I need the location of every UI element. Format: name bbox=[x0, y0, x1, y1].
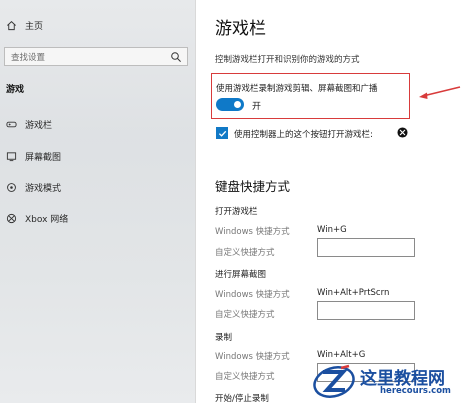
controller-checkbox-label: 使用控制器上的这个按钮打开游戏栏: bbox=[234, 130, 373, 140]
watermark-logo-icon bbox=[313, 364, 355, 398]
sidebar-section-title: 游戏 bbox=[6, 85, 25, 95]
sidebar: 主页 查找设置 游戏 游戏栏 屏幕截图 游戏模式 Xbox 网络 bbox=[0, 0, 196, 403]
custom-shortcut-label: 自定义快捷方式 bbox=[215, 310, 275, 320]
custom-shortcut-label: 自定义快捷方式 bbox=[215, 372, 275, 382]
sidebar-item-gamebar[interactable]: 游戏栏 bbox=[6, 118, 52, 131]
windows-shortcut-value: Win+G bbox=[317, 225, 347, 235]
custom-shortcut-input[interactable] bbox=[317, 301, 415, 320]
custom-shortcut-label: 自定义快捷方式 bbox=[215, 248, 275, 258]
main-content: 游戏栏 控制游戏栏打开和识别你的游戏的方式 使用游戏栏录制游戏剪辑、屏幕截图和广… bbox=[196, 0, 461, 403]
search-input[interactable]: 查找设置 bbox=[4, 47, 188, 66]
shortcut-group-title: 进行屏幕截图 bbox=[215, 270, 267, 280]
shortcut-group-title: 录制 bbox=[215, 333, 233, 343]
sidebar-item-xbox[interactable]: Xbox 网络 bbox=[6, 212, 68, 225]
windows-shortcut-label: Windows 快捷方式 bbox=[215, 290, 290, 300]
controller-checkbox[interactable] bbox=[216, 127, 228, 139]
red-arrow-icon bbox=[419, 86, 461, 99]
xbox-icon bbox=[6, 213, 17, 224]
record-toggle-label: 使用游戏栏录制游戏剪辑、屏幕截图和广播 bbox=[216, 84, 378, 94]
gamebar-icon bbox=[6, 119, 17, 130]
record-toggle[interactable] bbox=[216, 98, 244, 111]
shortcut-group-title: 开始/停止录制 bbox=[215, 394, 269, 403]
custom-shortcut-input[interactable] bbox=[317, 238, 415, 257]
keyboard-shortcuts-title: 键盘快捷方式 bbox=[215, 179, 291, 194]
watermark-url: herecours.com bbox=[380, 386, 451, 396]
shortcut-group-title: 打开游戏栏 bbox=[215, 207, 258, 217]
sidebar-item-label: 屏幕截图 bbox=[25, 153, 62, 163]
checkmark-icon bbox=[218, 130, 226, 137]
sidebar-item-gamemode[interactable]: 游戏模式 bbox=[6, 181, 61, 194]
search-icon bbox=[171, 52, 181, 62]
page-subtitle: 控制游戏栏打开和识别你的游戏的方式 bbox=[215, 55, 360, 65]
sidebar-item-label: 游戏栏 bbox=[25, 121, 53, 131]
page-title: 游戏栏 bbox=[215, 19, 266, 39]
sidebar-home-label: 主页 bbox=[25, 22, 44, 32]
toggle-knob bbox=[234, 101, 241, 108]
windows-shortcut-value: Win+Alt+G bbox=[317, 350, 366, 360]
sidebar-item-label: Xbox 网络 bbox=[25, 215, 69, 225]
windows-shortcut-label: Windows 快捷方式 bbox=[215, 227, 290, 237]
highlight-box bbox=[211, 73, 410, 119]
windows-shortcut-value: Win+Alt+PrtScrn bbox=[317, 288, 390, 298]
screenshot-icon bbox=[6, 151, 17, 162]
windows-shortcut-label: Windows 快捷方式 bbox=[215, 352, 290, 362]
gamemode-icon bbox=[6, 182, 17, 193]
home-icon bbox=[6, 20, 17, 31]
xbox-button-icon bbox=[397, 127, 408, 138]
sidebar-item-screenshot[interactable]: 屏幕截图 bbox=[6, 150, 61, 163]
record-toggle-state: 开 bbox=[252, 102, 262, 112]
sidebar-home[interactable]: 主页 bbox=[6, 19, 43, 32]
sidebar-item-label: 游戏模式 bbox=[25, 184, 62, 194]
search-placeholder: 查找设置 bbox=[11, 52, 46, 63]
